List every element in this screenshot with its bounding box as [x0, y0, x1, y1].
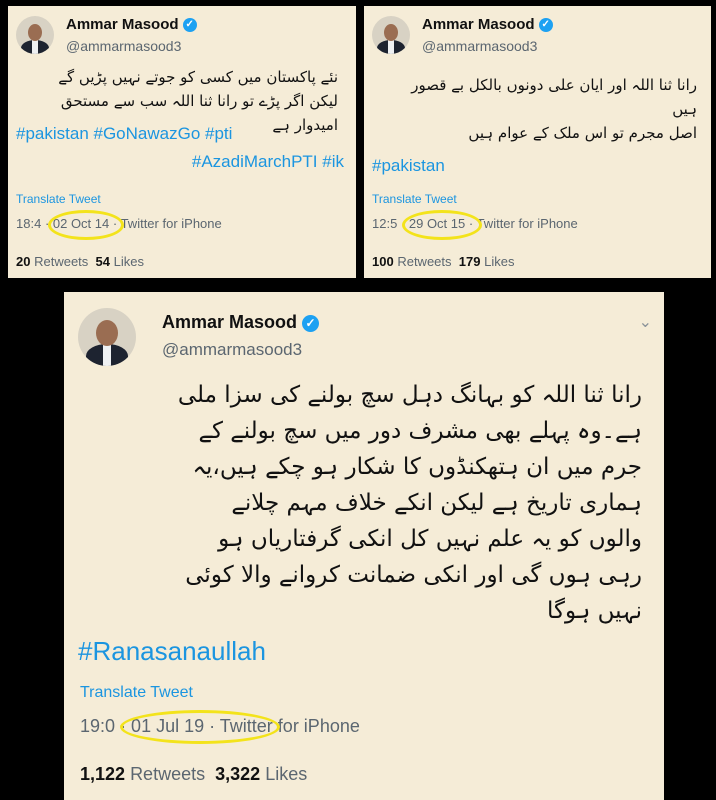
tweet-text-line: نئے پاکستان میں کسی کو جوتے نہیں پڑیں گے: [58, 68, 338, 86]
translate-tweet-link[interactable]: Translate Tweet: [80, 684, 193, 702]
tweet-text-line: لیکن اگر پڑے تو رانا ثنا اللہ سب سے مستح…: [60, 92, 338, 110]
tweet-text-line: رانا ثنا اللہ کو بہانگ دہل سچ بولنے کی س…: [177, 382, 642, 408]
author-handle[interactable]: @ammarmasood3: [422, 38, 537, 54]
tweet-stats: 1,122 Retweets 3,322 Likes: [80, 764, 307, 785]
tweet-card-2: Ammar Masood ✓ @ammarmasood3 رانا ثنا ال…: [364, 6, 711, 278]
translate-tweet-link[interactable]: Translate Tweet: [16, 192, 101, 206]
tweet-source[interactable]: Twitter for iPhone: [121, 216, 222, 231]
tweet-text-line: ہے۔وہ پہلے بھی مشرف دور میں سچ بولنے کے: [198, 418, 643, 444]
hashtags[interactable]: #pakistan: [372, 156, 445, 176]
likes-count[interactable]: 179: [459, 254, 481, 269]
retweets-count[interactable]: 1,122: [80, 764, 125, 784]
date-highlight-circle: [120, 710, 280, 744]
retweets-label[interactable]: Retweets: [130, 764, 205, 784]
hashtags[interactable]: #Ranasanaullah: [78, 636, 266, 667]
retweets-label[interactable]: Retweets: [397, 254, 451, 269]
likes-label[interactable]: Likes: [265, 764, 307, 784]
tweet-text-line: رہی ہوں گی اور انکی ضمانت کروانے والا کو…: [185, 562, 642, 588]
avatar[interactable]: [16, 16, 54, 54]
likes-count[interactable]: 54: [96, 254, 110, 269]
tweet-text-line: رانا ثنا اللہ اور ایان علی دونوں بالکل ب…: [411, 76, 697, 94]
retweets-label[interactable]: Retweets: [34, 254, 88, 269]
date-highlight-circle: [402, 210, 482, 240]
author-handle[interactable]: @ammarmasood3: [66, 38, 181, 54]
tweet-stats: 20 Retweets 54 Likes: [16, 254, 144, 269]
author-name[interactable]: Ammar Masood ✓: [422, 16, 553, 33]
tweet-text-line: ہیں: [672, 100, 697, 118]
tweet-card-1: Ammar Masood ✓ @ammarmasood3 نئے پاکستان…: [8, 6, 356, 278]
tweet-text-line: امیدوار ہے: [272, 116, 338, 134]
date-highlight-circle: [48, 210, 124, 240]
verified-badge-icon: ✓: [538, 18, 553, 33]
tweet-time[interactable]: 19:0: [80, 716, 115, 736]
likes-count[interactable]: 3,322: [215, 764, 260, 784]
hashtags[interactable]: #AzadiMarchPTI #ik: [192, 152, 344, 172]
retweets-count[interactable]: 100: [372, 254, 394, 269]
translate-tweet-link[interactable]: Translate Tweet: [372, 192, 457, 206]
tweet-text-line: جرم میں ان ہتھکنڈوں کا شکار ہو چکے ہیں،ی…: [192, 454, 642, 480]
tweet-source[interactable]: Twitter for iPhone: [477, 216, 578, 231]
verified-badge-icon: ✓: [182, 18, 197, 33]
verified-badge-icon: ✓: [302, 314, 320, 332]
tweet-text-line: والوں کو یہ علم نہیں کل انکی گرفتاریاں ہ…: [218, 526, 642, 552]
likes-label[interactable]: Likes: [114, 254, 144, 269]
author-handle[interactable]: @ammarmasood3: [162, 340, 302, 360]
tweet-time[interactable]: 12:5: [372, 216, 397, 231]
tweet-stats: 100 Retweets 179 Likes: [372, 254, 514, 269]
author-name[interactable]: Ammar Masood ✓: [66, 16, 197, 33]
retweets-count[interactable]: 20: [16, 254, 30, 269]
author-name[interactable]: Ammar Masood ✓: [162, 312, 320, 333]
tweet-time[interactable]: 18:4: [16, 216, 41, 231]
likes-label[interactable]: Likes: [484, 254, 514, 269]
tweet-text-line: نہیں ہوگا: [547, 598, 642, 624]
tweet-text-line: اصل مجرم تو اس ملک کے عوام ہیں: [468, 124, 697, 142]
hashtags[interactable]: #pakistan #GoNawazGo #pti: [16, 124, 232, 144]
tweet-card-3: Ammar Masood ✓ @ammarmasood3 ⌄ رانا ثنا …: [64, 292, 664, 800]
avatar[interactable]: [78, 308, 136, 366]
chevron-down-icon[interactable]: ⌄: [639, 312, 652, 332]
tweet-text-line: ہماری تاریخ ہے لیکن انکے خلاف مہم چلانے: [231, 490, 642, 516]
avatar[interactable]: [372, 16, 410, 54]
